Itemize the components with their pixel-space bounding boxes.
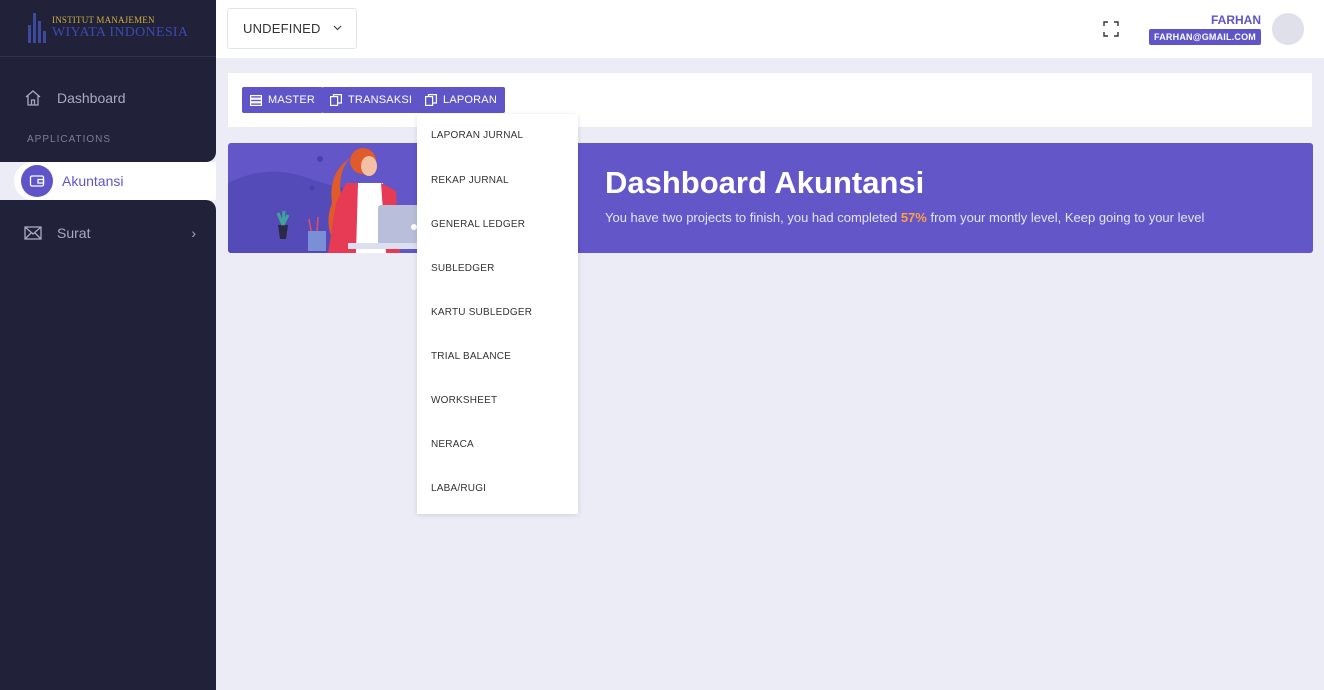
sidebar-item-dashboard[interactable]: Dashboard xyxy=(0,86,216,110)
menu-item-rekap-jurnal[interactable]: REKAP JURNAL xyxy=(431,175,509,186)
brand-line1: INSTITUT MANAJEMEN xyxy=(52,15,155,25)
sidebar-section-label: APPLICATIONS xyxy=(27,134,112,145)
progress-percentage: 57% xyxy=(900,210,927,225)
department-select-value: UNDEFINED xyxy=(243,21,321,36)
top-header: UNDEFINED FARHAN FARHAN@GMAIL.COM xyxy=(216,0,1324,58)
banner-subtitle: You have two projects to finish, you had… xyxy=(605,210,1204,225)
laporan-button[interactable]: LAPORAN xyxy=(417,87,505,113)
brand-line2: WIYATA INDONESIA xyxy=(52,25,189,40)
sidebar-item-label: Akuntansi xyxy=(62,173,124,189)
sidebar-item-label: Surat xyxy=(57,225,91,241)
banner-subtitle-text: from your montly level, Keep going to yo… xyxy=(926,210,1205,225)
user-name[interactable]: FARHAN xyxy=(1211,13,1261,27)
sidebar-item-label: Dashboard xyxy=(57,90,126,106)
sidebar-item-akuntansi[interactable]: Akuntansi xyxy=(14,162,216,200)
dashboard-banner: Dashboard Akuntansi You have two project… xyxy=(228,143,1313,253)
transaksi-button[interactable]: TRANSAKSI xyxy=(322,87,421,113)
sidebar: INSTITUT MANAJEMEN WIYATA INDONESIA Dash… xyxy=(0,0,216,690)
mail-icon xyxy=(24,224,42,242)
brand-logo[interactable]: INSTITUT MANAJEMEN WIYATA INDONESIA xyxy=(0,0,216,57)
menu-item-trial-balance[interactable]: TRIAL BALANCE xyxy=(431,351,511,362)
avatar[interactable] xyxy=(1272,13,1304,45)
menu-item-worksheet[interactable]: WORKSHEET xyxy=(431,395,497,406)
menu-item-subledger[interactable]: SUBLEDGER xyxy=(431,263,495,274)
menu-item-kartu-subledger[interactable]: KARTU SUBLEDGER xyxy=(431,307,532,318)
banner-subtitle-text: You have two projects to finish, you had… xyxy=(605,210,901,225)
banner-title: Dashboard Akuntansi xyxy=(605,165,925,200)
sidebar-item-surat[interactable]: Surat › xyxy=(0,221,216,245)
user-email-badge: FARHAN@GMAIL.COM xyxy=(1149,29,1261,45)
menu-item-neraca[interactable]: NERACA xyxy=(431,439,474,450)
chevron-right-icon: › xyxy=(191,225,196,241)
list-icon xyxy=(250,94,262,106)
laporan-dropdown-menu: LAPORAN JURNAL REKAP JURNAL GENERAL LEDG… xyxy=(417,114,578,514)
laporan-button-label: LAPORAN xyxy=(443,94,497,106)
menu-item-laba-rugi[interactable]: LABA/RUGI xyxy=(431,483,486,494)
wallet-icon xyxy=(21,165,53,197)
menu-item-laporan-jurnal[interactable]: LAPORAN JURNAL xyxy=(431,130,523,141)
master-button-label: MASTER xyxy=(268,94,316,106)
logo-mark-icon xyxy=(28,13,46,43)
menu-item-general-ledger[interactable]: GENERAL LEDGER xyxy=(431,219,525,230)
master-button[interactable]: MASTER xyxy=(242,87,324,113)
chevron-down-icon xyxy=(333,23,342,34)
copy-icon xyxy=(425,94,437,106)
home-icon xyxy=(24,89,42,107)
module-toolbar: MASTER TRANSAKSI LAPORAN xyxy=(228,73,1312,127)
sidebar-active-wrap: Akuntansi xyxy=(0,152,216,210)
copy-icon xyxy=(330,94,342,106)
transaksi-button-label: TRANSAKSI xyxy=(348,94,413,106)
fullscreen-icon[interactable] xyxy=(1102,20,1120,38)
department-select[interactable]: UNDEFINED xyxy=(227,8,357,49)
